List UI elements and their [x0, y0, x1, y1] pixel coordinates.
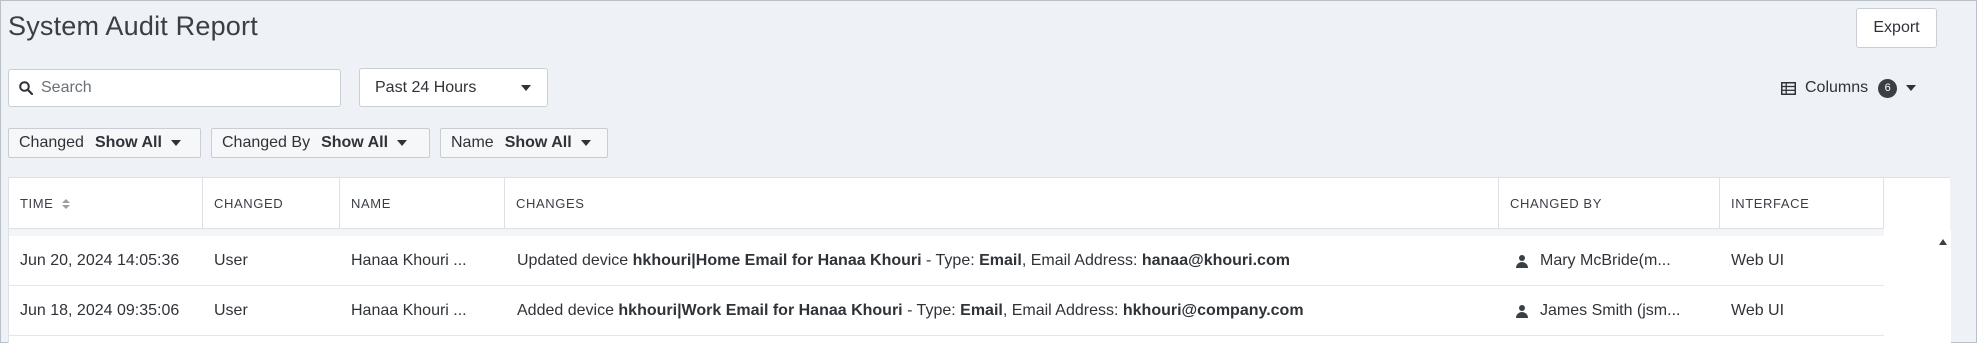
audit-table: TIME CHANGED NAME CHANGES CHANGED BY INT…	[8, 177, 1951, 343]
filter-label: Name	[451, 134, 494, 151]
filter-name[interactable]: Name Show All	[440, 128, 608, 158]
cell-changed-by[interactable]: James Smith (jsm...	[1516, 286, 1680, 336]
change-address-label: , Email Address:	[1002, 302, 1123, 319]
changed-by-user: James Smith (jsm...	[1540, 302, 1681, 319]
cell-name[interactable]: Hanaa Khouri ...	[351, 286, 467, 336]
filter-changed[interactable]: Changed Show All	[8, 128, 201, 158]
vertical-scrollbar[interactable]	[1935, 230, 1951, 343]
filter-label: Changed By	[222, 134, 311, 151]
change-address: hanaa@khouri.com	[1141, 252, 1290, 269]
column-header-changed[interactable]: CHANGED	[203, 178, 340, 229]
changed-by-user: Mary McBride(m...	[1540, 252, 1671, 269]
column-header-label: CHANGED BY	[1510, 196, 1602, 211]
caret-down-icon	[170, 140, 181, 146]
change-address: hkhouri@company.com	[1122, 302, 1304, 319]
column-header-time[interactable]: TIME	[9, 178, 203, 229]
column-header-label: NAME	[351, 196, 391, 211]
change-action: Updated device	[517, 252, 633, 269]
cell-interface: Web UI	[1731, 302, 1785, 319]
cell-time: Jun 18, 2024 09:35:06	[20, 302, 180, 319]
column-header-label: CHANGED	[214, 196, 284, 211]
column-header-changed-by[interactable]: CHANGED BY	[1499, 178, 1720, 229]
filter-changed-by[interactable]: Changed By Show All	[211, 128, 430, 158]
column-header-label: CHANGES	[516, 196, 585, 211]
table-header: TIME CHANGED NAME CHANGES CHANGED BY INT…	[9, 178, 1884, 229]
cell-changes: Added device hkhouri|Work Email for Hana…	[517, 286, 1304, 336]
cell-changes: Updated device hkhouri|Home Email for Ha…	[517, 236, 1290, 286]
cell-changed-by[interactable]: Mary McBride(m...	[1516, 236, 1671, 286]
filter-value: Show All	[94, 134, 162, 151]
time-range-value: Past 24 Hours	[375, 78, 477, 96]
search-icon	[19, 81, 33, 95]
change-type: Email	[960, 302, 1003, 319]
change-device: hkhouri|Home Email for Hanaa Khouri	[632, 252, 922, 269]
change-device: hkhouri|Work Email for Hanaa Khouri	[618, 302, 903, 319]
search-input[interactable]	[41, 79, 321, 97]
grid-icon	[1781, 81, 1796, 95]
column-header-interface[interactable]: INTERFACE	[1720, 178, 1884, 229]
caret-down-icon	[580, 140, 591, 146]
cell-name[interactable]: Hanaa Khouri ...	[351, 236, 467, 286]
filter-label: Changed	[19, 134, 84, 151]
column-header-label: TIME	[20, 196, 54, 211]
cell-changed: User	[214, 302, 248, 319]
caret-down-icon	[397, 140, 408, 146]
sort-icon[interactable]	[62, 198, 71, 209]
column-header-changes[interactable]: CHANGES	[505, 178, 1499, 229]
cell-time: Jun 20, 2024 14:05:36	[20, 252, 180, 269]
time-range-select[interactable]: Past 24 Hours	[359, 68, 548, 107]
table-row[interactable]: Jun 20, 2024 14:05:36 User Hanaa Khouri …	[9, 236, 1884, 286]
columns-count-badge: 6	[1878, 78, 1898, 98]
change-type-label: - Type:	[921, 252, 980, 269]
search-box[interactable]	[8, 69, 341, 107]
change-type: Email	[979, 252, 1022, 269]
table-row[interactable]: Jun 18, 2024 09:35:06 User Hanaa Khouri …	[9, 286, 1884, 336]
filter-value: Show All	[321, 134, 389, 151]
cell-interface: Web UI	[1731, 252, 1785, 269]
caret-down-icon	[521, 85, 531, 91]
column-header-name[interactable]: NAME	[340, 178, 505, 229]
columns-label: Columns	[1805, 79, 1869, 96]
cell-changed: User	[214, 252, 248, 269]
change-address-label: , Email Address:	[1021, 252, 1142, 269]
export-button[interactable]: Export	[1856, 8, 1937, 48]
person-icon	[1516, 254, 1528, 268]
caret-down-icon	[1906, 85, 1917, 91]
header-divider	[9, 229, 1884, 236]
columns-menu-button[interactable]: Columns 6	[1781, 76, 1917, 100]
change-action: Added device	[517, 302, 619, 319]
filter-value: Show All	[504, 134, 572, 151]
person-icon	[1516, 304, 1528, 318]
column-header-label: INTERFACE	[1731, 196, 1810, 211]
page-title: System Audit Report	[8, 11, 258, 41]
change-type-label: - Type:	[902, 302, 961, 319]
scroll-up-icon[interactable]	[1939, 239, 1947, 245]
